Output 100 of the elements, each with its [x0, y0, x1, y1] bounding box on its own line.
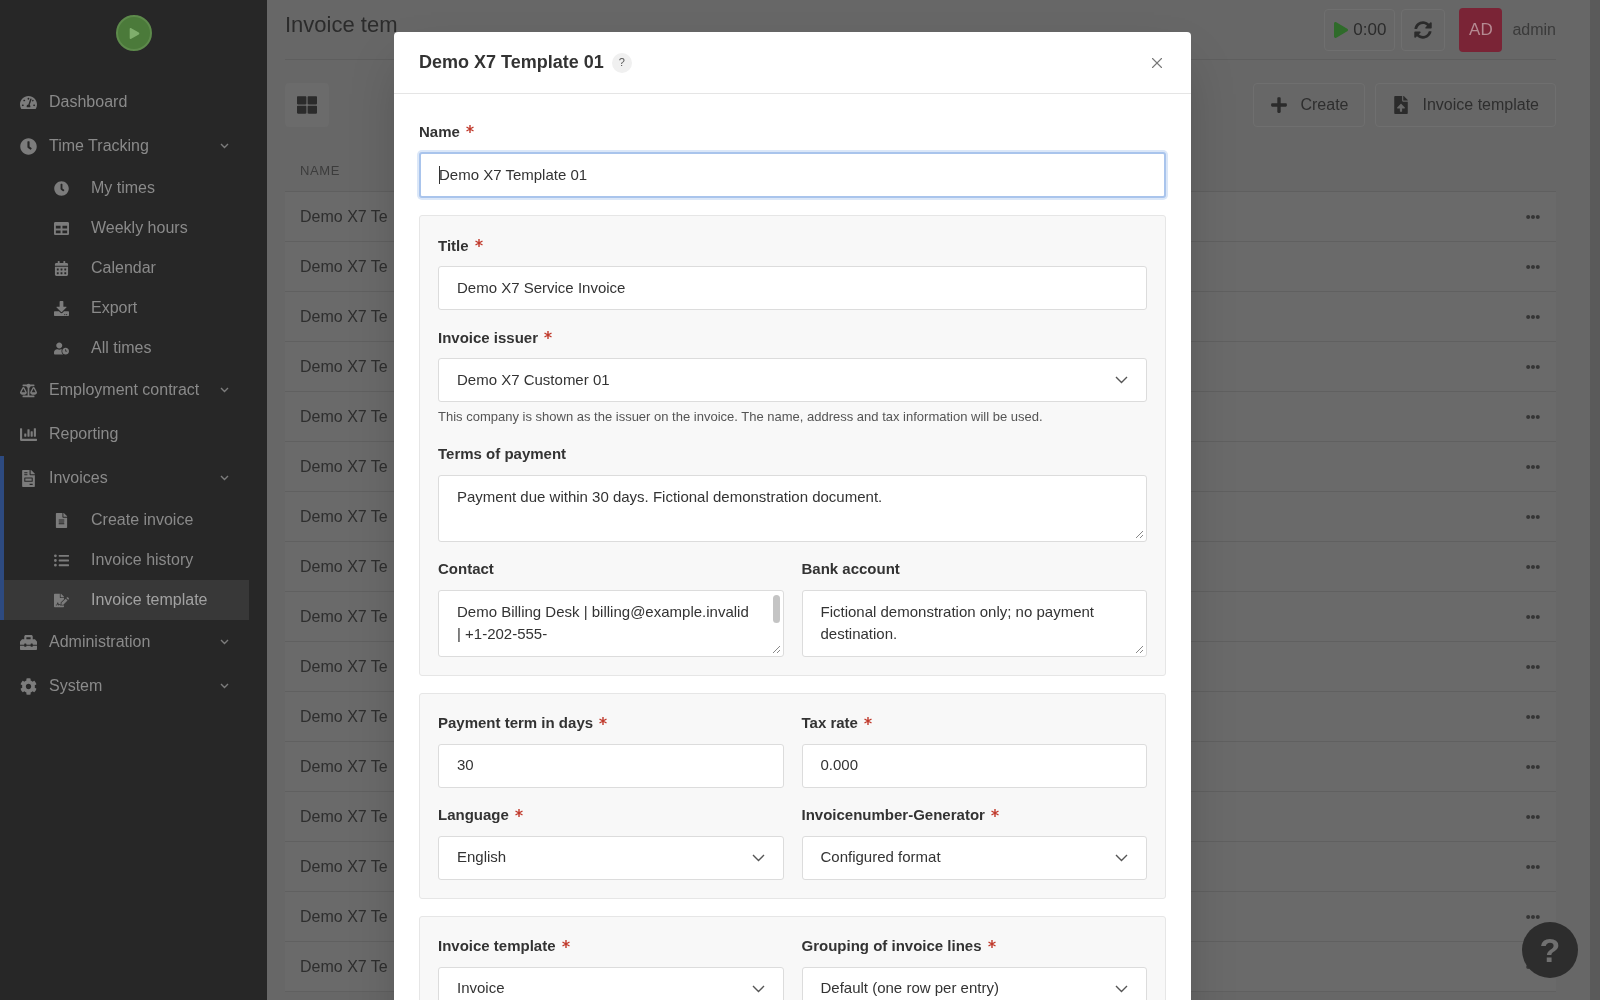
- chevron-down-icon: [1115, 853, 1128, 862]
- chevron-down-icon: [220, 475, 229, 481]
- plus-icon: [1270, 96, 1289, 114]
- logo-icon: [115, 15, 152, 51]
- grid-icon: [54, 220, 69, 236]
- page-title: Invoice tem: [285, 11, 398, 39]
- list-icon: [54, 552, 69, 568]
- field-label: Bank account: [801, 559, 900, 580]
- table-cell-text: Demo X7 Te: [300, 956, 388, 977]
- text-area[interactable]: Payment due within 30 days. Fictional demonstration document.: [438, 474, 1147, 542]
- select-field[interactable]: Invoice: [438, 966, 784, 1000]
- dialog-title: Demo X7 Template 01: [419, 51, 604, 74]
- toolbox-icon: [20, 633, 37, 651]
- field-label: Invoice issuer: [438, 327, 539, 348]
- sync-button[interactable]: [1401, 8, 1446, 51]
- calendar-icon: [54, 260, 69, 276]
- sidebar-subitem[interactable]: Create invoice: [4, 500, 249, 540]
- upload-button[interactable]: Invoice template: [1375, 83, 1556, 127]
- user-avatar[interactable]: AD: [1459, 7, 1503, 52]
- gauge-icon: [20, 93, 37, 111]
- field-label: Contact: [438, 559, 494, 580]
- sidebar-item[interactable]: Reporting: [4, 412, 267, 456]
- table-cell-text: Demo X7 Te: [300, 456, 388, 477]
- text-field[interactable]: 0.000: [801, 743, 1147, 788]
- sidebar-item[interactable]: Dashboard: [4, 80, 267, 124]
- field-label: Title: [438, 235, 469, 256]
- field-label: Tax rate: [801, 713, 858, 734]
- help-badge[interactable]: ?: [611, 52, 632, 73]
- table-cell-text: Demo X7 Te: [300, 256, 388, 277]
- chevron-down-icon: [220, 683, 229, 689]
- table-cell-text: Demo X7 Te: [300, 606, 388, 627]
- text-field[interactable]: 30: [438, 743, 784, 788]
- table-cell-text: Demo X7 Te: [300, 856, 388, 877]
- table-cell-text: Demo X7 Te: [300, 206, 388, 227]
- field-label: Invoice template: [438, 936, 556, 957]
- text-area[interactable]: Fictional demonstration only; no payment destination.: [801, 589, 1147, 657]
- timer-button[interactable]: 0:00: [1324, 8, 1396, 51]
- resize-handle-icon[interactable]: [771, 644, 781, 654]
- resize-handle-icon[interactable]: [1135, 529, 1144, 539]
- text-area[interactable]: Demo Billing Desk | billing@example.invalid | +1-202-555-: [438, 589, 784, 657]
- chevron-down-icon: [1115, 984, 1128, 993]
- field-label: Grouping of invoice lines: [801, 936, 982, 957]
- play-icon: [1333, 21, 1350, 38]
- table-cell-text: Demo X7 Te: [300, 656, 388, 677]
- sidebar-subitem[interactable]: All times: [4, 328, 249, 368]
- clock-icon: [54, 180, 69, 196]
- chevron-down-icon: [220, 387, 229, 393]
- select-field[interactable]: English: [438, 835, 784, 880]
- download-icon: [54, 300, 69, 316]
- table-view-button[interactable]: [285, 83, 329, 127]
- table-cell-text: Demo X7 Te: [300, 356, 388, 377]
- text-field[interactable]: Demo X7 Service Invoice: [438, 266, 1147, 310]
- table-cell-text: Demo X7 Te: [300, 806, 388, 827]
- sidebar-subitem[interactable]: My times: [4, 168, 249, 208]
- clock-icon: [20, 137, 37, 155]
- table-cell-text: Demo X7 Te: [300, 556, 388, 577]
- field-label: Payment term in days: [438, 713, 594, 734]
- table-cell-text: Demo X7 Te: [300, 306, 388, 327]
- table-cell-text: Demo X7 Te: [300, 756, 388, 777]
- chevron-down-icon: [220, 143, 229, 149]
- chevron-down-icon: [751, 984, 765, 993]
- sidebar-subitem[interactable]: Invoice history: [4, 540, 249, 580]
- bar-chart-icon: [20, 425, 37, 443]
- select-field[interactable]: Demo X7 Customer 01: [438, 358, 1147, 402]
- sidebar-item[interactable]: Employment contract: [4, 368, 267, 412]
- signed-document-icon: [54, 592, 69, 608]
- field-label: Invoicenumber-Generator: [801, 805, 985, 826]
- table-icon: [297, 95, 317, 115]
- chevron-down-icon: [751, 853, 765, 862]
- select-field[interactable]: Default (one row per entry): [801, 966, 1147, 1000]
- sync-icon: [1414, 20, 1433, 39]
- sidebar-subitem[interactable]: Calendar: [4, 248, 249, 288]
- sidebar-item[interactable]: System: [4, 664, 267, 708]
- table-cell-text: Demo X7 Te: [300, 706, 388, 727]
- sidebar-subitem[interactable]: Weekly hours: [4, 208, 249, 248]
- upload-icon: [1392, 96, 1411, 114]
- scales-icon: [20, 381, 37, 399]
- table-cell-text: Demo X7 Te: [300, 406, 388, 427]
- sidebar-item[interactable]: Time Tracking: [4, 124, 267, 168]
- document-icon: [20, 469, 37, 487]
- table-cell-text: Demo X7 Te: [300, 506, 388, 527]
- field-label: Name: [419, 121, 460, 142]
- table-cell-text: Demo X7 Te: [300, 906, 388, 927]
- document-icon: [54, 512, 69, 528]
- settings-icon: [20, 677, 37, 695]
- select-field[interactable]: Configured format: [801, 835, 1147, 880]
- sidebar-subitem[interactable]: Export: [4, 288, 249, 328]
- resize-handle-icon[interactable]: [1135, 644, 1144, 654]
- field-label: Language: [438, 805, 509, 826]
- text-field[interactable]: Demo X7 Template 01: [419, 152, 1166, 198]
- sidebar-item[interactable]: Administration: [4, 620, 267, 664]
- field-label: Terms of payment: [438, 444, 567, 465]
- sidebar-item[interactable]: Invoices: [4, 456, 267, 500]
- create-button[interactable]: Create: [1253, 83, 1366, 127]
- chevron-down-icon: [1115, 376, 1128, 384]
- user-clock-icon: [54, 340, 69, 356]
- sidebar-subitem[interactable]: Invoice template: [4, 580, 249, 620]
- field-hint: This company is shown as the issuer on the invoice. The name, address and tax information will be used.: [438, 408, 1044, 426]
- scrollbar-thumb[interactable]: [772, 594, 780, 623]
- chevron-down-icon: [220, 639, 229, 645]
